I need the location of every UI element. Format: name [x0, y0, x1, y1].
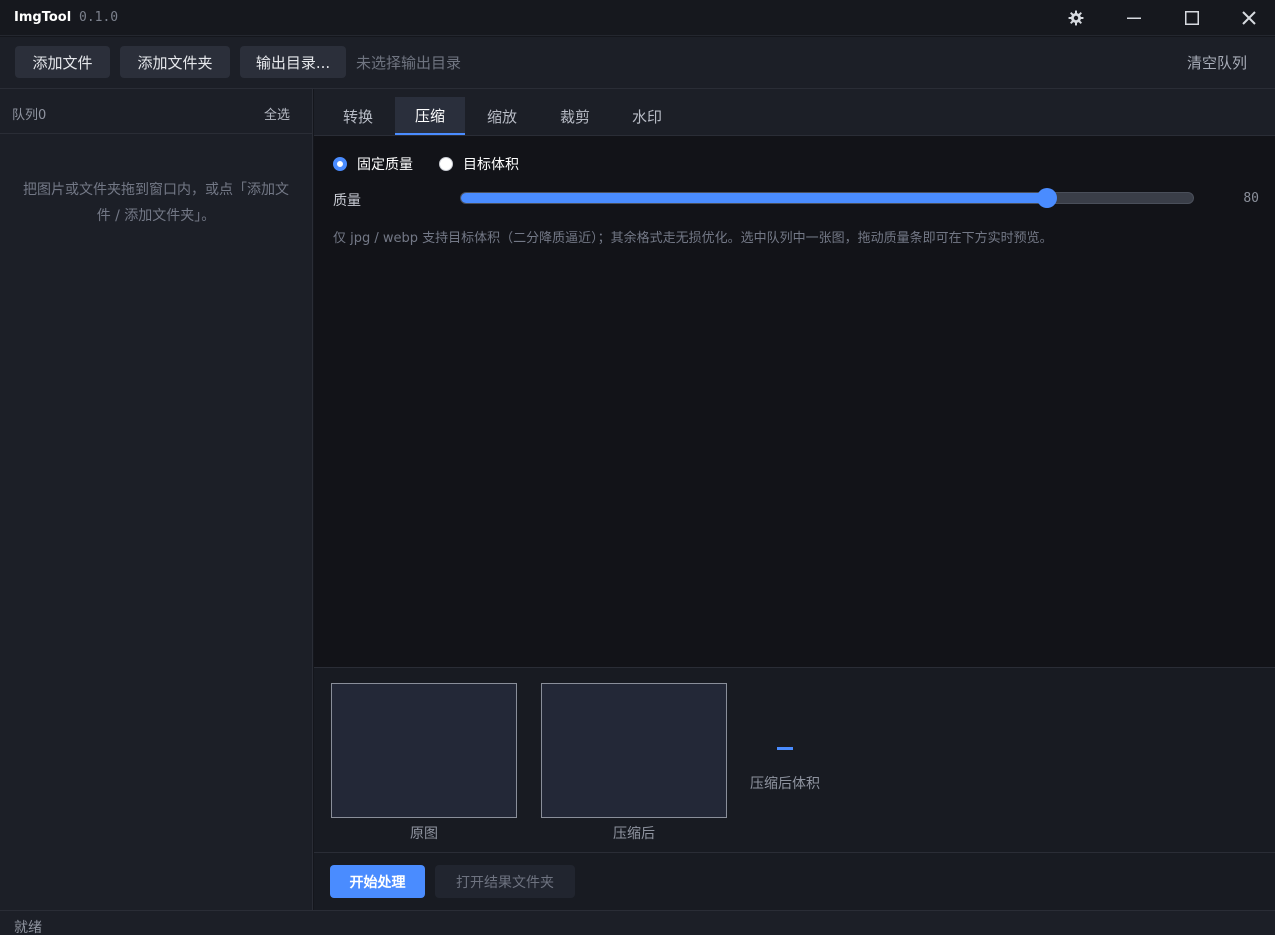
- app-title: ImgTool: [14, 10, 72, 25]
- quality-slider[interactable]: [460, 188, 1194, 208]
- original-preview: [331, 683, 517, 818]
- slider-thumb[interactable]: [1037, 188, 1057, 208]
- queue-label: 队列0: [12, 108, 47, 123]
- open-result-folder-button[interactable]: 打开结果文件夹: [435, 865, 575, 898]
- quality-label: 质量: [333, 193, 361, 209]
- preview-area: 原图 压缩后 压缩后体积: [314, 667, 1275, 853]
- clear-queue-button[interactable]: 清空队列: [1187, 52, 1247, 73]
- output-dir-button[interactable]: 输出目录...: [240, 46, 346, 78]
- toolbar: 添加文件 添加文件夹 输出目录... 未选择输出目录 清空队列: [0, 37, 1275, 89]
- minimize-icon: [1127, 11, 1141, 25]
- slider-fill: [461, 193, 1047, 203]
- quality-value: 80: [1243, 191, 1259, 206]
- app-version: 0.1.0: [79, 10, 119, 25]
- gear-icon: [1068, 10, 1084, 26]
- original-caption: 原图: [410, 826, 438, 842]
- start-button[interactable]: 开始处理: [330, 865, 425, 898]
- status-text: 就绪: [14, 920, 42, 935]
- maximize-button[interactable]: [1172, 2, 1212, 34]
- tab-convert[interactable]: 转换: [331, 97, 385, 135]
- radio-label: 固定质量: [357, 157, 413, 173]
- radio-fixed-quality[interactable]: 固定质量: [333, 154, 413, 174]
- radio-target-size[interactable]: 目标体积: [439, 154, 519, 174]
- minimize-button[interactable]: [1114, 2, 1154, 34]
- action-bar: 开始处理 打开结果文件夹: [314, 853, 1275, 910]
- tab-resize[interactable]: 缩放: [475, 97, 529, 135]
- title-bar: ImgTool 0.1.0: [0, 0, 1275, 36]
- compress-panel: 固定质量 目标体积 质量 80 仅 jpg / webp 支持目标体积（二分降质…: [314, 136, 1275, 667]
- add-file-button[interactable]: 添加文件: [15, 46, 110, 78]
- queue-header: 队列0 全选: [0, 89, 312, 134]
- tab-compress[interactable]: 压缩: [395, 97, 465, 135]
- settings-button[interactable]: [1056, 2, 1096, 34]
- tab-bar: 转换 压缩 缩放 裁剪 水印: [314, 89, 1275, 136]
- radio-dot-checked: [333, 157, 347, 171]
- compressed-preview: [541, 683, 727, 818]
- radio-dot: [439, 157, 453, 171]
- queue-sidebar: 队列0 全选 把图片或文件夹拖到窗口内，或点「添加文件 / 添加文件夹」。: [0, 89, 313, 910]
- radio-label: 目标体积: [463, 157, 519, 173]
- compressed-size-label: 压缩后体积: [750, 776, 820, 792]
- add-folder-button[interactable]: 添加文件夹: [120, 46, 230, 78]
- close-icon: [1242, 11, 1256, 25]
- status-bar: 就绪: [0, 910, 1275, 935]
- tab-watermark[interactable]: 水印: [620, 97, 674, 135]
- compressed-caption: 压缩后: [613, 826, 655, 842]
- close-button[interactable]: [1229, 2, 1269, 34]
- queue-empty-hint: 把图片或文件夹拖到窗口内，或点「添加文件 / 添加文件夹」。: [23, 182, 289, 224]
- output-dir-value: 未选择输出目录: [356, 54, 462, 72]
- compress-note: 仅 jpg / webp 支持目标体积（二分降质逼近）；其余格式走无损优化。选中…: [333, 231, 1053, 246]
- tab-crop[interactable]: 裁剪: [548, 97, 602, 135]
- maximize-icon: [1185, 11, 1199, 25]
- select-all-button[interactable]: 全选: [264, 104, 290, 123]
- compressed-size-value: [777, 747, 793, 750]
